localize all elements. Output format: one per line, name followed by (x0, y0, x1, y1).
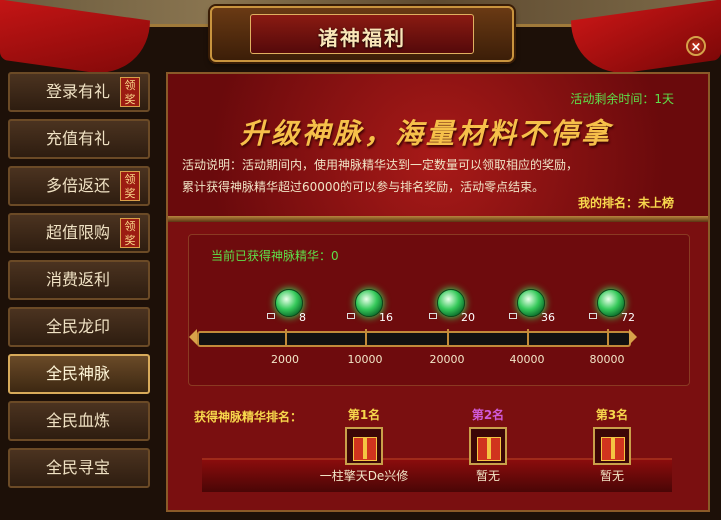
reward-count: 72 (621, 311, 635, 324)
progress-tick (607, 329, 609, 345)
lock-icon (509, 313, 517, 319)
rank-place-1: 第1名 一柱擎天De兴修 (314, 406, 414, 484)
content-panel: 活动剩余时间：1天 升级神脉，海量材料不停拿 活动说明：活动期间内，使用神脉精华… (166, 72, 710, 512)
progress-area: 当前已获得神脉精华：0 8 16 20 36 72 2000 10000 200… (188, 234, 690, 386)
sidebar-item-label: 全民神脉 (46, 364, 111, 383)
lock-icon (347, 313, 355, 319)
player-name: 暂无 (475, 469, 500, 483)
threshold-label: 10000 (347, 353, 383, 366)
sidebar-item-label: 全民血炼 (46, 411, 111, 430)
rank-place-3: 第3名 暂无 (562, 406, 662, 484)
sidebar-item-recharge-gift[interactable]: 充值有礼 (8, 119, 150, 159)
sidebar-item-label: 多倍返还 (46, 176, 111, 195)
sidebar-item-label: 登录有礼 (46, 82, 111, 101)
sidebar-item-dragon-seal[interactable]: 全民龙印 (8, 307, 150, 347)
gift-box-icon[interactable] (345, 427, 383, 465)
sidebar-item-label: 充值有礼 (46, 129, 111, 148)
sidebar: 登录有礼 领奖 充值有礼 多倍返还 领奖 超值限购 领奖 消费返利 全民龙印 全民神脉… (8, 72, 158, 495)
gift-box-icon[interactable] (593, 427, 631, 465)
my-rank-value: 未上榜 (637, 196, 674, 210)
gift-box-icon[interactable] (469, 427, 507, 465)
rank-place-2: 第2名 暂无 (438, 406, 538, 484)
milestone-reward[interactable]: 72 (589, 289, 655, 324)
milestone-reward[interactable]: 8 (267, 289, 333, 324)
threshold-label: 20000 (429, 353, 465, 366)
lock-icon (589, 313, 597, 319)
threshold-label: 2000 (271, 353, 299, 366)
lock-icon (429, 313, 437, 319)
reward-count: 20 (461, 311, 475, 324)
ranking-title: 获得神脉精华排名： (194, 410, 303, 424)
sidebar-item-label: 消费返利 (46, 270, 111, 289)
progress-bar-left-cap (189, 329, 197, 345)
reward-count: 16 (379, 311, 393, 324)
my-rank-label: 我的排名： (577, 196, 638, 210)
threshold-label: 40000 (509, 353, 545, 366)
sidebar-item-blood-refine[interactable]: 全民血炼 (8, 401, 150, 441)
sidebar-item-label: 超值限购 (46, 223, 111, 242)
lock-icon (267, 313, 275, 319)
countdown-text: 活动剩余时间：1天 (570, 92, 674, 106)
place-label: 第2名 (471, 408, 505, 422)
sidebar-item-label: 全民龙印 (46, 317, 111, 336)
claim-badge: 领奖 (120, 77, 140, 107)
milestone-reward[interactable]: 20 (429, 289, 495, 324)
window-title: 诸神福利 (318, 26, 406, 50)
sidebar-item-limited-purchase[interactable]: 超值限购 领奖 (8, 213, 150, 253)
sidebar-item-spend-rebate[interactable]: 消费返利 (8, 260, 150, 300)
progress-tick (527, 329, 529, 345)
title-plate: 诸神福利 (210, 6, 514, 62)
description-line: 活动说明：活动期间内，使用神脉精华达到一定数量可以领取相应的奖励， (182, 158, 579, 172)
obtained-essence-text: 当前已获得神脉精华：0 (211, 249, 339, 263)
sidebar-item-login-gift[interactable]: 登录有礼 领奖 (8, 72, 150, 112)
reward-count: 36 (541, 311, 555, 324)
place-label: 第1名 (347, 408, 381, 422)
sidebar-item-label: 全民寻宝 (46, 458, 111, 477)
section-divider (168, 216, 708, 222)
player-name: 一柱擎天De兴修 (319, 469, 409, 483)
sidebar-item-divine-vein[interactable]: 全民神脉 (8, 354, 150, 394)
threshold-label: 80000 (589, 353, 625, 366)
claim-badge: 领奖 (120, 218, 140, 248)
ranking-area: 获得神脉精华排名： 第1名 一柱擎天De兴修 第2名 暂无 第3名 暂无 (168, 396, 708, 510)
event-description: 活动说明：活动期间内，使用神脉精华达到一定数量可以领取相应的奖励， 累计获得神脉… (182, 154, 578, 198)
my-rank: 我的排名：未上榜 (578, 194, 674, 211)
close-button[interactable]: × (686, 36, 706, 56)
reward-count: 8 (299, 311, 306, 324)
progress-tick (285, 329, 287, 345)
progress-tick (365, 329, 367, 345)
claim-badge: 领奖 (120, 171, 140, 201)
milestone-reward[interactable]: 36 (509, 289, 575, 324)
sidebar-item-treasure-hunt[interactable]: 全民寻宝 (8, 448, 150, 488)
player-name: 暂无 (599, 469, 624, 483)
progress-bar-right-cap (629, 329, 637, 345)
sidebar-item-multi-rebate[interactable]: 多倍返还 领奖 (8, 166, 150, 206)
progress-tick (447, 329, 449, 345)
event-banner: 活动剩余时间：1天 升级神脉，海量材料不停拿 活动说明：活动期间内，使用神脉精华… (168, 74, 708, 216)
place-label: 第3名 (595, 408, 629, 422)
progress-bar (197, 331, 631, 347)
description-line: 累计获得神脉精华超过60000的可以参与排名奖励，活动零点结束。 (182, 180, 545, 194)
event-slogan: 升级神脉，海量材料不停拿 (240, 117, 613, 150)
milestone-reward[interactable]: 16 (347, 289, 413, 324)
